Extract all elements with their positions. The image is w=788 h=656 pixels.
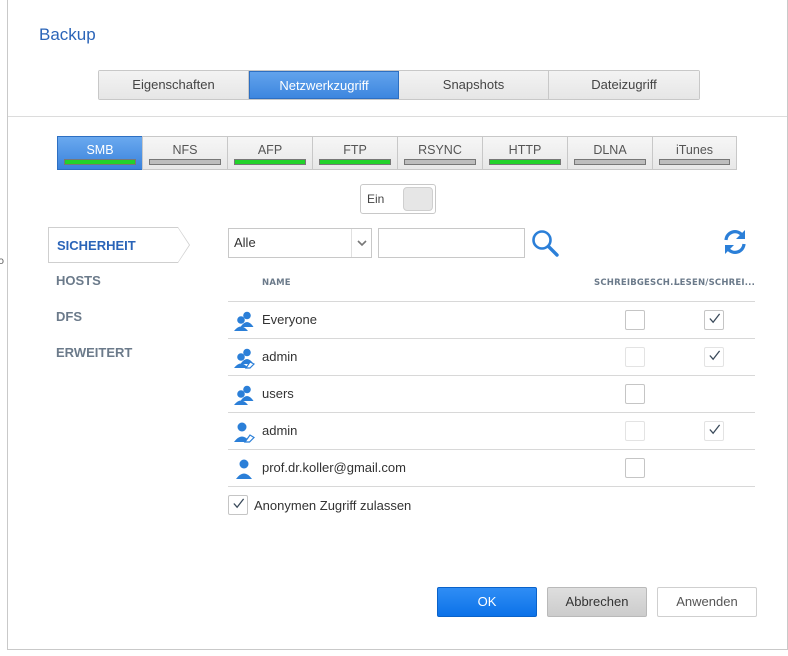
background-text: o: [0, 256, 5, 267]
group-icon: [234, 311, 254, 331]
toggle-knob: [403, 187, 433, 211]
checkmark-icon: [709, 424, 721, 435]
search-icon[interactable]: [530, 228, 560, 258]
readwrite-checkbox[interactable]: [704, 310, 724, 330]
protocol-label: DLNA: [593, 143, 627, 157]
checkmark-icon: [709, 350, 721, 361]
protocol-label: iTunes: [675, 143, 714, 157]
status-indicator: [659, 159, 730, 165]
protocol-tab-smb[interactable]: SMB: [57, 136, 142, 170]
status-indicator: [489, 159, 561, 165]
group-icon: [234, 385, 254, 405]
user-name: admin: [262, 423, 298, 438]
user-name: users: [262, 386, 294, 401]
status-indicator: [404, 159, 476, 165]
column-header-readwrite[interactable]: LESEN/SCHREI...: [674, 278, 755, 288]
admin-group-icon: [234, 348, 255, 369]
checkmark-icon: [709, 313, 721, 324]
status-indicator: [319, 159, 391, 165]
user-name: admin: [262, 349, 298, 364]
column-header-name[interactable]: NAME: [262, 278, 291, 288]
protocol-label: FTP: [343, 143, 367, 157]
protocol-label: SMB: [86, 143, 114, 157]
anonymous-access-checkbox[interactable]: [228, 495, 248, 515]
permissions-table: NAME SCHREIBGESCH... LESEN/SCHREI... Eve…: [228, 267, 755, 487]
admin-user-icon: [234, 422, 255, 443]
protocol-tab-rsync[interactable]: RSYNC: [397, 136, 482, 170]
protocol-label: RSYNC: [418, 143, 462, 157]
readonly-checkbox[interactable]: [625, 347, 645, 367]
ok-button[interactable]: OK: [437, 587, 537, 617]
toggle-label: Ein: [367, 192, 385, 206]
tab-netzwerkzugriff[interactable]: Netzwerkzugriff: [249, 71, 399, 99]
readwrite-checkbox[interactable]: [704, 347, 724, 367]
status-indicator: [64, 159, 136, 165]
user-name: Everyone: [262, 312, 317, 327]
protocol-label: AFP: [257, 143, 283, 157]
status-indicator: [149, 159, 221, 165]
protocol-tabs: SMB NFS AFP FTP RSYNC HTTP DLNA iTunes: [57, 136, 737, 170]
readonly-checkbox[interactable]: [625, 310, 645, 330]
column-header-readonly[interactable]: SCHREIBGESCH...: [594, 278, 680, 288]
readwrite-checkbox[interactable]: [704, 421, 724, 441]
table-header: NAME SCHREIBGESCH... LESEN/SCHREI...: [228, 267, 755, 302]
user-name: prof.dr.koller@gmail.com: [262, 460, 406, 475]
nav-item-erweitert[interactable]: ERWEITERT: [48, 335, 188, 371]
checkmark-icon: [233, 498, 245, 509]
background-wifi-icon: [0, 186, 6, 226]
protocol-tab-nfs[interactable]: NFS: [142, 136, 227, 170]
protocol-label: NFS: [172, 143, 198, 157]
tab-eigenschaften[interactable]: Eigenschaften: [99, 71, 249, 99]
table-row: admin: [228, 339, 755, 376]
search-input[interactable]: [378, 228, 525, 258]
protocol-tab-afp[interactable]: AFP: [227, 136, 312, 170]
user-icon: [236, 459, 252, 479]
tab-dateizugriff[interactable]: Dateizugriff: [549, 71, 699, 99]
chevron-down-icon: [351, 229, 371, 257]
dialog-title: Backup: [39, 25, 96, 44]
protocol-tab-ftp[interactable]: FTP: [312, 136, 397, 170]
readonly-checkbox[interactable]: [625, 458, 645, 478]
cancel-button[interactable]: Abbrechen: [547, 587, 647, 617]
user-filter-select[interactable]: Alle: [228, 228, 372, 258]
refresh-icon[interactable]: [721, 228, 749, 256]
status-indicator: [574, 159, 646, 165]
nav-item-dfs[interactable]: DFS: [48, 299, 188, 335]
select-value: Alle: [234, 235, 256, 250]
smb-enable-toggle[interactable]: Ein: [360, 184, 436, 214]
status-indicator: [234, 159, 306, 165]
protocol-tab-dlna[interactable]: DLNA: [567, 136, 652, 170]
table-row: users: [228, 376, 755, 413]
nav-item-hosts[interactable]: HOSTS: [48, 263, 188, 299]
divider: [8, 116, 787, 117]
main-tabs: Eigenschaften Netzwerkzugriff Snapshots …: [98, 70, 700, 100]
protocol-tab-http[interactable]: HTTP: [482, 136, 567, 170]
readonly-checkbox[interactable]: [625, 421, 645, 441]
protocol-label: HTTP: [508, 143, 542, 157]
anonymous-access-label: Anonymen Zugriff zulassen: [254, 498, 412, 513]
protocol-tab-itunes[interactable]: iTunes: [652, 136, 737, 170]
tab-snapshots[interactable]: Snapshots: [399, 71, 549, 99]
section-nav: SICHERHEIT HOSTS DFS ERWEITERT: [48, 227, 190, 371]
backup-dialog: Backup Eigenschaften Netzwerkzugriff Sna…: [7, 0, 788, 650]
apply-button[interactable]: Anwenden: [657, 587, 757, 617]
table-row: admin: [228, 413, 755, 450]
nav-item-sicherheit[interactable]: SICHERHEIT: [48, 227, 190, 263]
table-row: prof.dr.koller@gmail.com: [228, 450, 755, 487]
readonly-checkbox[interactable]: [625, 384, 645, 404]
table-row: Everyone: [228, 302, 755, 339]
